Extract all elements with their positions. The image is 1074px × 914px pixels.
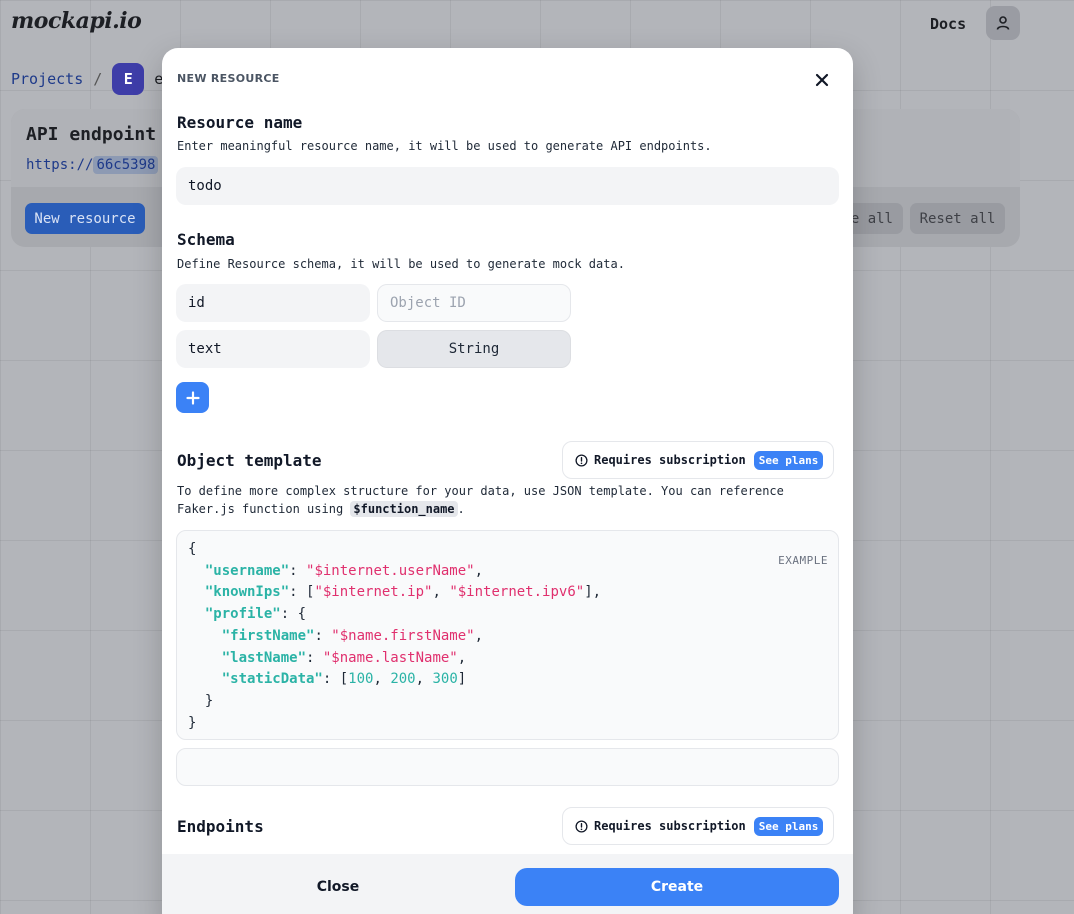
modal-close-button[interactable] bbox=[810, 68, 834, 92]
function-name-code: $function_name bbox=[350, 501, 458, 517]
project-avatar[interactable]: E bbox=[112, 63, 145, 95]
endpoints-title: Endpoints bbox=[177, 817, 264, 836]
see-plans-link[interactable]: See plans bbox=[753, 816, 824, 836]
schema-title: Schema bbox=[177, 230, 235, 249]
api-endpoint-url[interactable]: https://66c5398 bbox=[26, 156, 159, 174]
close-icon bbox=[815, 73, 829, 87]
json-example-code-block: EXAMPLE { "username": "$internet.userNam… bbox=[176, 530, 839, 740]
api-url-prefix: https:// bbox=[26, 157, 94, 173]
docs-link[interactable]: Docs bbox=[930, 15, 966, 33]
object-template-title: Object template bbox=[177, 451, 322, 470]
schema-description: Define Resource schema, it will be used … bbox=[177, 257, 625, 271]
breadcrumb-projects-link[interactable]: Projects bbox=[11, 70, 83, 88]
api-url-hash: 66c5398 bbox=[93, 156, 159, 174]
schema-field-type-select[interactable]: String bbox=[377, 330, 571, 368]
info-icon bbox=[575, 453, 588, 467]
modal-footer: Close Create bbox=[162, 854, 853, 914]
info-icon bbox=[575, 819, 588, 833]
subscription-badge: Requires subscription See plans bbox=[562, 807, 835, 845]
api-endpoint-title: API endpoint bbox=[26, 124, 157, 145]
see-plans-link[interactable]: See plans bbox=[753, 450, 824, 470]
schema-field-name-input[interactable]: text bbox=[176, 330, 370, 368]
object-template-input[interactable] bbox=[176, 748, 839, 786]
logo[interactable]: mockapi.io bbox=[11, 8, 142, 34]
subscription-badge-label: Requires subscription bbox=[594, 819, 746, 833]
schema-field-type-input[interactable]: Object ID bbox=[377, 284, 571, 322]
close-button[interactable]: Close bbox=[176, 868, 500, 906]
modal-header-label: NEW RESOURCE bbox=[177, 72, 280, 85]
new-resource-modal: NEW RESOURCE Resource name Enter meaning… bbox=[162, 48, 853, 914]
add-field-button[interactable] bbox=[176, 382, 209, 413]
example-tag: EXAMPLE bbox=[778, 554, 828, 567]
subscription-badge: Requires subscription See plans bbox=[562, 441, 835, 479]
reset-all-button[interactable]: Reset all bbox=[910, 203, 1005, 234]
user-menu-button[interactable] bbox=[986, 6, 1020, 40]
plus-icon bbox=[185, 390, 200, 405]
subscription-badge-label: Requires subscription bbox=[594, 453, 746, 467]
schema-field-name-input[interactable]: id bbox=[176, 284, 370, 322]
new-resource-button[interactable]: New resource bbox=[25, 203, 145, 234]
breadcrumb: Projects / E e bbox=[11, 63, 163, 95]
object-template-description-text: To define more complex structure for you… bbox=[177, 484, 784, 516]
resource-name-title: Resource name bbox=[177, 113, 303, 132]
user-icon bbox=[996, 16, 1010, 30]
create-button[interactable]: Create bbox=[515, 868, 839, 906]
resource-name-input[interactable]: todo bbox=[176, 167, 839, 205]
object-template-description: To define more complex structure for you… bbox=[177, 482, 837, 518]
breadcrumb-separator: / bbox=[93, 70, 103, 88]
resource-name-description: Enter meaningful resource name, it will … bbox=[177, 139, 712, 153]
object-template-description-end: . bbox=[457, 502, 465, 516]
